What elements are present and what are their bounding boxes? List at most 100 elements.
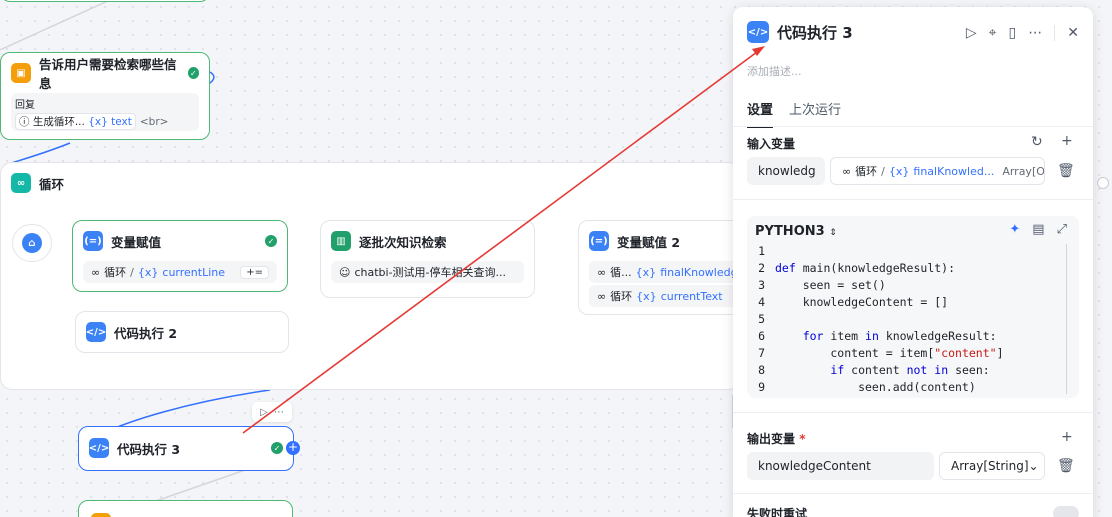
assign2-row1-prefix: 循... (610, 266, 632, 279)
input-section-label: 输入变量 (747, 137, 796, 151)
reply-source: 生成循环... (32, 116, 85, 128)
node-code-3[interactable]: </> 代码执行 3 ✓ (78, 426, 294, 471)
code-editor[interactable]: PYTHON3 ⇕ ✦ ▤ ⤢ 1 2 def main(knowledgeResu… (747, 216, 1079, 398)
assign2-row2-prefix: 循环 (610, 290, 633, 303)
chevron-down-icon: ⌄ (1028, 459, 1039, 473)
ai-sparkle-icon[interactable]: ✦ (1009, 222, 1020, 237)
line-text: if content not in seen: (830, 363, 990, 377)
output-type-select[interactable]: Array[String] ⌄ (939, 452, 1045, 480)
code-icon: </> (747, 21, 769, 43)
line-number: 2 (758, 261, 765, 275)
node-hover-toolbar: ▷ ⋯ (252, 402, 292, 422)
reply-label: 回复 (15, 100, 35, 111)
line-text: knowledgeContent = [] (775, 295, 949, 309)
reply-icon: ▣ (11, 63, 31, 83)
node-knowledge-search[interactable]: ▥ 逐批次知识检索 ☺ chatbi-测试用-停车相关查询... (320, 220, 535, 298)
loop-icon: ∞ (11, 173, 31, 193)
close-icon[interactable]: ✕ (1067, 25, 1079, 41)
line-number: 9 (758, 380, 765, 394)
output-type-value: Array[String] (951, 459, 1029, 473)
code-icon: </> (89, 438, 109, 458)
code-line[interactable]: 2 def main(knowledgeResult): (747, 260, 1079, 277)
dataset-name: chatbi-测试用-停车相关查询... (354, 266, 507, 279)
node-partial-bottom[interactable] (78, 500, 293, 517)
code-line[interactable]: 8 if content not in seen: (747, 362, 1079, 379)
delete-input-icon[interactable]: 🗑 (1057, 163, 1075, 179)
assign-icon: (=) (589, 231, 609, 251)
assign2-row2-var: currentText (660, 289, 723, 303)
assign-icon: (=) (83, 231, 103, 251)
tab-last-run[interactable]: 上次运行 (789, 99, 841, 128)
success-check-icon: ✓ (187, 67, 199, 79)
retry-label: 失败时重试 (747, 507, 808, 517)
line-number: 3 (758, 278, 765, 292)
editor-scrollbar[interactable] (1066, 244, 1067, 394)
run-icon[interactable]: ▷ (966, 25, 977, 41)
success-check-icon: ✓ (271, 442, 283, 454)
line-number: 4 (758, 295, 765, 309)
output-var-name[interactable]: knowledgeContent (747, 452, 934, 480)
node-code-2[interactable]: </> 代码执行 2 (75, 311, 289, 353)
assign-prefix: 循环 (104, 266, 127, 279)
assign-operator: += (240, 265, 269, 279)
run-icon[interactable]: ▷ (260, 407, 268, 418)
code-line[interactable]: 5 (747, 311, 1079, 328)
input-var-source[interactable]: ∞ 循环 / {x} finalKnowled... Array[Obj... (830, 157, 1045, 185)
description-input[interactable]: 添加描述... (747, 63, 802, 79)
loop-title: 循环 (39, 176, 65, 192)
input-source-prefix: 循环 (855, 165, 878, 178)
panel-title[interactable]: 代码执行 3 (777, 22, 853, 43)
locate-icon[interactable]: ⌖ (989, 25, 997, 41)
refresh-icon[interactable]: ↻ (1031, 134, 1043, 150)
code-line[interactable]: 3 seen = set() (747, 277, 1079, 294)
assign-var: currentLine (162, 265, 226, 279)
input-var-name[interactable]: knowledg (747, 157, 825, 185)
code-line[interactable]: 4 knowledgeContent = [] (747, 294, 1079, 311)
node-assign-1[interactable]: (=) 变量赋值 ✓ ∞ 循环 / {x} currentLine += (72, 220, 288, 292)
variable-icon: {x} (888, 164, 910, 178)
node-title: 逐批次知识检索 (359, 234, 447, 250)
retry-toggle[interactable] (1053, 506, 1079, 517)
book-icon: ▥ (331, 231, 351, 251)
expand-icon[interactable]: ⤢ (1057, 222, 1067, 237)
required-mark: * (799, 432, 806, 446)
line-text: seen.add(content) (775, 380, 976, 394)
chevron-updown-icon: ⇕ (829, 228, 837, 238)
more-icon[interactable]: ⋯ (274, 407, 284, 418)
language-select[interactable]: PYTHON3 (755, 224, 825, 239)
line-number: 8 (758, 363, 765, 377)
book-icon[interactable]: ▯ (1009, 25, 1017, 41)
node-tell-user[interactable]: ▣ 告诉用户需要检索哪些信息 ✓ 回复 ⓘ 生成循环... {x} text <… (0, 52, 210, 140)
code-line[interactable]: 6 for item in knowledgeResult: (747, 328, 1079, 345)
reply-tail: <br> (139, 115, 169, 128)
add-input-icon[interactable]: + (1061, 133, 1073, 149)
dataset-icon: ☺ (339, 265, 351, 279)
code-line[interactable]: 9 seen.add(content) (747, 379, 1079, 396)
add-node-button[interactable]: + (286, 441, 300, 455)
node-title: 变量赋值 (111, 234, 162, 250)
node-partial-top[interactable] (0, 0, 210, 2)
more-icon[interactable]: ⋯ (1028, 25, 1042, 41)
loop-start-node[interactable]: ⌂ (12, 224, 52, 262)
variable-icon: {x} (635, 265, 657, 279)
canvas-edge-handle[interactable] (1097, 177, 1109, 189)
properties-panel: </> 代码执行 3 ▷ ⌖ ▯ ⋯ ✕ 添加描述... 设置 上次运行 输入变… (733, 7, 1093, 517)
variable-icon: {x} (137, 265, 159, 279)
tab-settings[interactable]: 设置 (747, 99, 774, 128)
code-lines[interactable]: 1 2 def main(knowledgeResult): 3 seen = set… (747, 243, 1079, 396)
code-icon: </> (86, 322, 106, 342)
output-label-text: 输出变量 (747, 432, 796, 446)
node-assign-2[interactable]: (=) 变量赋值 2 ∞ 循... {x} finalKnowledgeRe ∞… (578, 220, 748, 315)
delete-output-icon[interactable]: 🗑 (1057, 458, 1075, 474)
node-title: 代码执行 2 (114, 325, 178, 341)
success-check-icon: ✓ (265, 235, 277, 247)
line-number: 5 (758, 312, 765, 326)
node-title: 告诉用户需要检索哪些信息 (39, 57, 177, 91)
loop-icon: ∞ (91, 265, 101, 279)
code-line[interactable]: 7 content = item["content"] (747, 345, 1079, 362)
clipboard-icon[interactable]: ▤ (1032, 222, 1044, 237)
line-text: for item in knowledgeResult: (802, 329, 997, 343)
add-output-icon[interactable]: + (1061, 429, 1073, 445)
code-line[interactable]: 1 (747, 243, 1079, 260)
reply-var: text (111, 116, 132, 128)
